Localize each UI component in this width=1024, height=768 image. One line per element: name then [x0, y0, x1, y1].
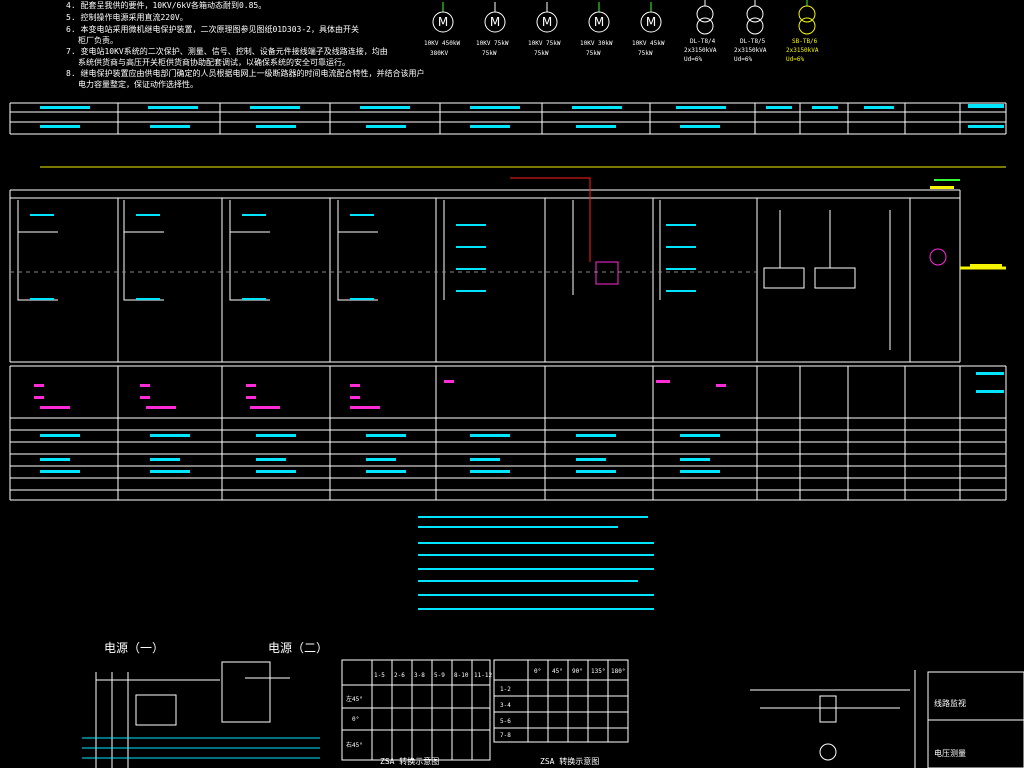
t2-h3: 135° — [591, 668, 606, 675]
t1-h5: 11-12 — [474, 672, 493, 679]
cad-drawing: 4. 配套呈我供的要件，10KV/6kV各箱动态耐到0.85。 5. 控制操作电… — [0, 0, 1024, 768]
pt-symbol — [929, 248, 947, 266]
transformer-bay — [763, 210, 891, 350]
middle-notes-block — [408, 512, 658, 622]
t1-r2: 右45° — [346, 742, 363, 749]
table2-caption: ZSA 转换示意图 — [540, 757, 600, 766]
t2-r1: 3-4 — [500, 702, 511, 709]
t2-h1: 45° — [552, 668, 563, 675]
t1-h3: 5-9 — [434, 672, 445, 679]
transfer-switch-box — [595, 261, 619, 285]
line-monitor-label: 线路监视 — [934, 699, 966, 708]
table1-caption: ZSA 转换示意图 — [380, 757, 440, 766]
lower-table — [9, 365, 1007, 501]
power-source-schematic — [95, 661, 290, 768]
t1-h2: 3-8 — [414, 672, 425, 679]
t2-r0: 1-2 — [500, 686, 511, 693]
t2-h0: 0° — [534, 668, 542, 675]
t1-h0: 1-5 — [374, 672, 385, 679]
t1-h4: 8-10 — [454, 672, 469, 679]
t1-r0: 左45° — [346, 696, 363, 703]
power-source-1-label: 电源（一） — [104, 641, 165, 655]
cyan-bus-lines — [82, 737, 320, 759]
meter-schematic — [750, 670, 1024, 768]
t1-h1: 2-6 — [394, 672, 405, 679]
t2-r2: 5-6 — [500, 718, 511, 725]
panel-dividers — [117, 198, 911, 362]
panel-feeders — [17, 200, 661, 301]
red-feeder-line — [510, 177, 591, 262]
t1-r1: 0° — [352, 716, 360, 723]
t2-h2: 90° — [572, 668, 583, 675]
voltage-measure-label: 电压测量 — [934, 749, 966, 758]
t2-r3: 7-8 — [500, 732, 511, 739]
t2-h4: 180° — [611, 668, 626, 675]
power-source-2-label: 电源（二） — [268, 641, 329, 655]
